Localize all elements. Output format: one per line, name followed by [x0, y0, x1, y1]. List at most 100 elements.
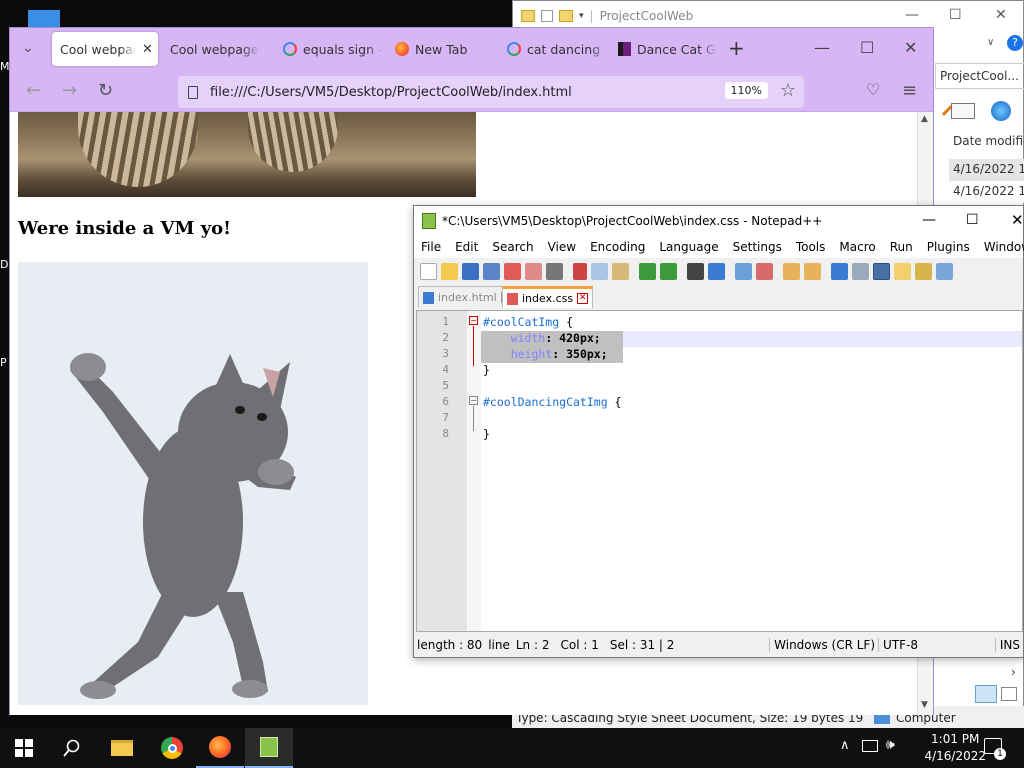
- save-icon[interactable]: [462, 262, 479, 280]
- menu-icon[interactable]: ≡: [902, 80, 917, 101]
- forward-icon[interactable]: →: [62, 80, 77, 101]
- save-all-icon[interactable]: [483, 262, 500, 280]
- close-icon[interactable]: ✕: [904, 38, 917, 57]
- date-modified-header[interactable]: Date modified: [949, 129, 1024, 155]
- minimize-icon[interactable]: —: [905, 7, 919, 23]
- doc-map-icon[interactable]: [915, 262, 932, 280]
- cut-icon[interactable]: [573, 262, 587, 280]
- tab-new-tab[interactable]: New Tab: [387, 32, 495, 66]
- new-file-icon[interactable]: [420, 262, 437, 280]
- show-all-chars-icon[interactable]: [852, 262, 869, 280]
- copy-icon[interactable]: [591, 262, 608, 280]
- zoom-out-icon[interactable]: [756, 262, 773, 280]
- maximize-icon[interactable]: ☐: [949, 7, 962, 23]
- network-icon[interactable]: [862, 740, 878, 752]
- sync-horizontal-icon[interactable]: [804, 262, 821, 280]
- minimize-icon[interactable]: —: [922, 212, 936, 228]
- start-button[interactable]: [0, 728, 48, 768]
- menu-edit[interactable]: Edit: [455, 240, 478, 254]
- clock[interactable]: 1:01 PM 4/16/2022: [924, 731, 986, 765]
- tab-equals-sign[interactable]: equals sign -: [275, 32, 385, 66]
- bookmark-star-icon[interactable]: ☆: [780, 80, 796, 101]
- search-icon: [63, 739, 80, 757]
- details-view-icon[interactable]: [975, 685, 997, 703]
- status-insert-mode: INS: [999, 638, 1020, 652]
- indent-guide-icon[interactable]: [873, 262, 890, 280]
- new-tab-icon[interactable]: +: [728, 36, 745, 60]
- taskbar-firefox[interactable]: [196, 728, 244, 768]
- menu-language[interactable]: Language: [659, 240, 718, 254]
- sync-vertical-icon[interactable]: [783, 262, 800, 280]
- print-icon[interactable]: [546, 262, 563, 280]
- url-text[interactable]: file:///C:/Users/VM5/Desktop/ProjectCool…: [210, 85, 572, 100]
- undo-icon[interactable]: [639, 262, 656, 280]
- find-icon[interactable]: [687, 262, 704, 280]
- replace-icon[interactable]: [708, 262, 725, 280]
- properties-icon[interactable]: [541, 10, 553, 22]
- scroll-right-icon[interactable]: ›: [1011, 665, 1016, 679]
- tab-index-css[interactable]: index.css ✕: [502, 286, 594, 308]
- show-hidden-icons-chevron-icon[interactable]: ∧: [840, 738, 850, 753]
- taskbar-chrome[interactable]: [148, 728, 196, 768]
- globe-icon[interactable]: [991, 101, 1011, 121]
- folder-icon: [111, 740, 133, 756]
- taskbar-notepadpp[interactable]: [245, 728, 293, 768]
- tab-cool-webpage-2[interactable]: Cool webpage in: [162, 32, 270, 66]
- list-item[interactable]: 4/16/2022 1:00: [949, 181, 1024, 203]
- back-icon[interactable]: ←: [26, 80, 41, 101]
- folder-icon: [521, 10, 535, 22]
- maximize-icon[interactable]: ☐: [966, 212, 979, 228]
- menu-encoding[interactable]: Encoding: [590, 240, 645, 254]
- close-all-icon[interactable]: [525, 262, 542, 280]
- close-tab-icon[interactable]: ✕: [577, 293, 589, 304]
- reload-icon[interactable]: ↻: [98, 80, 113, 101]
- new-folder-icon[interactable]: [559, 10, 573, 22]
- menu-run[interactable]: Run: [890, 240, 913, 254]
- pocket-icon[interactable]: ♡: [866, 80, 880, 99]
- maximize-icon[interactable]: ☐: [860, 38, 874, 57]
- open-folder-icon[interactable]: [441, 262, 458, 280]
- chevron-down-icon[interactable]: ∨: [987, 37, 994, 48]
- fold-collapse-icon[interactable]: −: [469, 316, 478, 325]
- word-wrap-icon[interactable]: [831, 262, 848, 280]
- clock-date: 4/16/2022: [924, 749, 986, 763]
- search-button[interactable]: [48, 728, 96, 768]
- fold-collapse-icon[interactable]: −: [469, 396, 478, 405]
- code-editor[interactable]: 1 2 3 4 5 6 7 8 − − #coolCatImg { width:…: [416, 310, 1023, 632]
- redo-icon[interactable]: [660, 262, 677, 280]
- help-icon[interactable]: ?: [1007, 35, 1023, 51]
- paste-icon[interactable]: [612, 262, 629, 280]
- tab-cat-dancing[interactable]: cat dancing: [499, 32, 609, 66]
- tab-cool-webpage[interactable]: Cool webpage ✕: [52, 32, 158, 66]
- tab-list-icon[interactable]: ⌄: [22, 40, 34, 56]
- thumbnail-view-icon[interactable]: [1001, 687, 1017, 701]
- function-list-icon[interactable]: [936, 262, 953, 280]
- quick-access-dropdown-icon[interactable]: ▾: [579, 11, 584, 21]
- menu-search[interactable]: Search: [492, 240, 533, 254]
- taskbar-file-explorer[interactable]: [98, 728, 146, 768]
- close-file-icon[interactable]: [504, 262, 521, 280]
- tab-dance-cat[interactable]: Dance Cat G: [610, 32, 718, 66]
- close-icon[interactable]: ✕: [1011, 211, 1024, 229]
- menu-tools[interactable]: Tools: [796, 240, 826, 254]
- zoom-in-icon[interactable]: [735, 262, 752, 280]
- menu-plugins[interactable]: Plugins: [927, 240, 970, 254]
- explorer-title: ProjectCoolWeb: [599, 9, 694, 23]
- url-bar[interactable]: file:///C:/Users/VM5/Desktop/ProjectCool…: [178, 76, 804, 108]
- close-icon[interactable]: ✕: [995, 7, 1007, 23]
- menu-macro[interactable]: Macro: [839, 240, 875, 254]
- udl-icon[interactable]: [894, 262, 911, 280]
- mail-icon[interactable]: [951, 103, 975, 119]
- menu-window[interactable]: Window: [984, 240, 1024, 254]
- tab-label: index.html: [438, 291, 497, 304]
- menu-file[interactable]: File: [421, 240, 441, 254]
- list-item[interactable]: 4/16/2022 12:5: [949, 159, 1024, 181]
- minimize-icon[interactable]: —: [814, 38, 830, 57]
- volume-icon[interactable]: 🕪: [886, 737, 895, 753]
- zoom-level-button[interactable]: 110%: [724, 82, 768, 99]
- close-tab-icon[interactable]: ✕: [142, 42, 153, 57]
- explorer-address[interactable]: ProjectCool...: [935, 63, 1024, 89]
- tab-label: cat dancing: [527, 41, 601, 57]
- menu-view[interactable]: View: [548, 240, 576, 254]
- menu-settings[interactable]: Settings: [733, 240, 782, 254]
